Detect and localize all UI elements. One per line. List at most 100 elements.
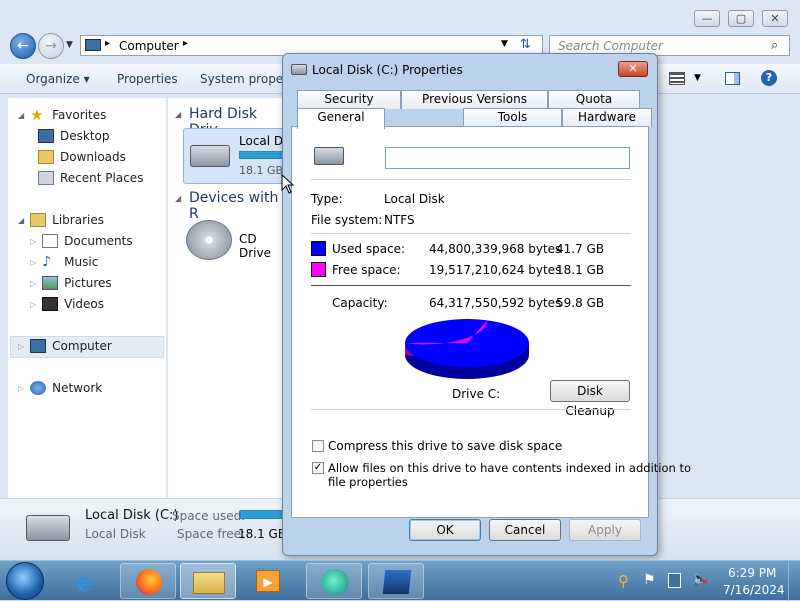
explorer-button[interactable] — [180, 563, 236, 599]
nav-music[interactable]: ▷ ♪ Music — [30, 255, 98, 269]
cd-drive-label[interactable]: CD Drive — [239, 232, 288, 260]
cd-drive-icon[interactable] — [186, 220, 232, 260]
group-collapse-icon[interactable]: ◢ — [175, 194, 181, 203]
chat-app-icon — [321, 569, 349, 595]
drive-name-input[interactable] — [385, 147, 630, 169]
details-name: Local Disk (C:) — [85, 508, 179, 523]
computer-icon — [30, 339, 47, 353]
local-disk-size: 18.1 GB — [239, 164, 284, 177]
dialog-close-button[interactable]: ✕ — [618, 61, 648, 77]
tab-security[interactable]: Security — [297, 90, 401, 109]
view-options-icon[interactable] — [669, 72, 685, 85]
preview-pane-icon[interactable] — [725, 72, 740, 85]
view-dropdown-icon[interactable]: ▼ — [694, 73, 701, 83]
breadcrumb-computer[interactable]: Computer — [119, 39, 179, 53]
back-arrow-icon[interactable]: ← — [10, 33, 36, 59]
nav-computer[interactable]: ▷ Computer — [18, 339, 112, 353]
tab-tools[interactable]: Tools — [463, 108, 562, 127]
free-bytes: 19,517,210,624 bytes — [429, 263, 562, 277]
media-player-icon: ▶ — [256, 570, 280, 592]
virtualbox-button[interactable] — [368, 563, 424, 599]
internet-explorer-button[interactable]: e — [62, 563, 118, 599]
internet-explorer-icon: e — [76, 568, 93, 598]
refresh-icon[interactable]: ⇅ — [520, 37, 531, 52]
network-tray-icon[interactable] — [668, 573, 681, 588]
nav-libraries[interactable]: ◢ Libraries — [18, 213, 104, 227]
minimize-button[interactable]: — — [694, 10, 720, 27]
nav-desktop[interactable]: Desktop — [38, 129, 110, 143]
clock-time[interactable]: 6:29 PM — [728, 566, 776, 580]
dialog-title: Local Disk (C:) Properties — [312, 63, 463, 77]
forward-arrow-icon[interactable]: → — [38, 33, 64, 59]
apply-button[interactable]: Apply — [569, 519, 641, 541]
space-used-label: Space used: — [172, 509, 246, 523]
capacity-label: Capacity: — [332, 296, 388, 310]
nav-network[interactable]: ▷ Network — [18, 381, 102, 395]
disk-cleanup-button[interactable]: Disk Cleanup — [550, 380, 630, 418]
address-dropdown-icon[interactable]: ▼ — [501, 39, 508, 49]
tab-previous-versions[interactable]: Previous Versions — [401, 90, 548, 109]
firefox-button[interactable] — [120, 563, 176, 599]
nav-recent-places[interactable]: Recent Places — [38, 171, 143, 185]
expand-arrow-icon[interactable]: ▷ — [18, 384, 24, 393]
type-value: Local Disk — [384, 192, 445, 206]
star-icon: ★ — [30, 106, 44, 124]
chat-app-button[interactable] — [306, 563, 362, 599]
system-properties-button[interactable]: System propert — [200, 72, 293, 86]
tab-general[interactable]: General — [297, 108, 385, 129]
search-tray-icon[interactable]: ⚲ — [618, 572, 629, 590]
action-center-flag-icon[interactable]: ⚑ — [643, 572, 656, 588]
help-icon[interactable]: ? — [761, 70, 777, 86]
devices-group-header[interactable]: Devices with R — [189, 190, 288, 222]
libraries-icon — [30, 213, 47, 227]
expand-arrow-icon[interactable]: ▷ — [30, 258, 36, 267]
collapse-arrow-icon[interactable]: ◢ — [18, 216, 24, 225]
maximize-button[interactable]: ▢ — [728, 10, 754, 27]
fs-label: File system: — [311, 213, 383, 227]
index-checkbox[interactable]: ✓ — [312, 462, 324, 474]
drive-icon — [291, 64, 307, 75]
mouse-cursor-icon — [281, 174, 295, 194]
nav-pictures[interactable]: ▷ Pictures — [30, 276, 112, 290]
properties-button[interactable]: Properties — [117, 72, 178, 86]
cancel-button[interactable]: Cancel — [489, 519, 561, 541]
clock-date[interactable]: 7/16/2024 — [723, 583, 785, 597]
pictures-icon — [42, 276, 59, 290]
group-collapse-icon[interactable]: ◢ — [175, 110, 181, 119]
muted-x-icon: ✕ — [701, 578, 709, 588]
expand-arrow-icon[interactable]: ▷ — [18, 342, 24, 351]
desktop-icon — [38, 129, 54, 143]
collapse-arrow-icon[interactable]: ◢ — [18, 111, 24, 120]
firefox-icon — [136, 569, 162, 595]
expand-arrow-icon[interactable]: ▷ — [30, 237, 36, 246]
capacity-gb: 59.8 GB — [556, 296, 605, 310]
tab-quota[interactable]: Quota — [548, 90, 640, 109]
nav-favorites[interactable]: ◢ ★ Favorites — [18, 106, 106, 124]
index-label[interactable]: Allow files on this drive to have conten… — [328, 461, 691, 475]
expand-arrow-icon[interactable]: ▷ — [30, 300, 36, 309]
organize-button[interactable]: Organize ▾ — [26, 72, 90, 86]
media-player-button[interactable]: ▶ — [240, 563, 296, 599]
nav-documents[interactable]: ▷ Documents — [30, 234, 133, 248]
recent-pages-dropdown-icon[interactable]: ▼ — [66, 40, 73, 50]
close-button[interactable]: ✕ — [762, 10, 788, 27]
local-disk-tile[interactable]: Local Di 18.1 GB — [183, 128, 299, 184]
ok-button[interactable]: OK — [409, 519, 481, 541]
index-label-continued[interactable]: file properties — [328, 475, 408, 489]
expand-arrow-icon[interactable]: ▷ — [30, 279, 36, 288]
recent-places-icon — [38, 171, 54, 185]
compress-label[interactable]: Compress this drive to save disk space — [328, 439, 562, 453]
videos-icon — [42, 297, 59, 311]
breadcrumb-chevron-icon[interactable]: ▸ — [183, 38, 188, 49]
search-icon[interactable]: ⌕ — [771, 38, 778, 53]
show-desktop-button[interactable] — [788, 561, 800, 601]
tab-hardware[interactable]: Hardware — [562, 108, 652, 127]
free-label: Free space: — [332, 263, 401, 277]
nav-downloads[interactable]: Downloads — [38, 150, 126, 164]
compress-checkbox[interactable] — [312, 440, 324, 452]
downloads-folder-icon — [38, 150, 54, 164]
start-button[interactable] — [6, 562, 44, 600]
nav-videos[interactable]: ▷ Videos — [30, 297, 104, 311]
virtualbox-icon — [382, 570, 412, 594]
capacity-bytes: 64,317,550,592 bytes — [429, 296, 562, 310]
